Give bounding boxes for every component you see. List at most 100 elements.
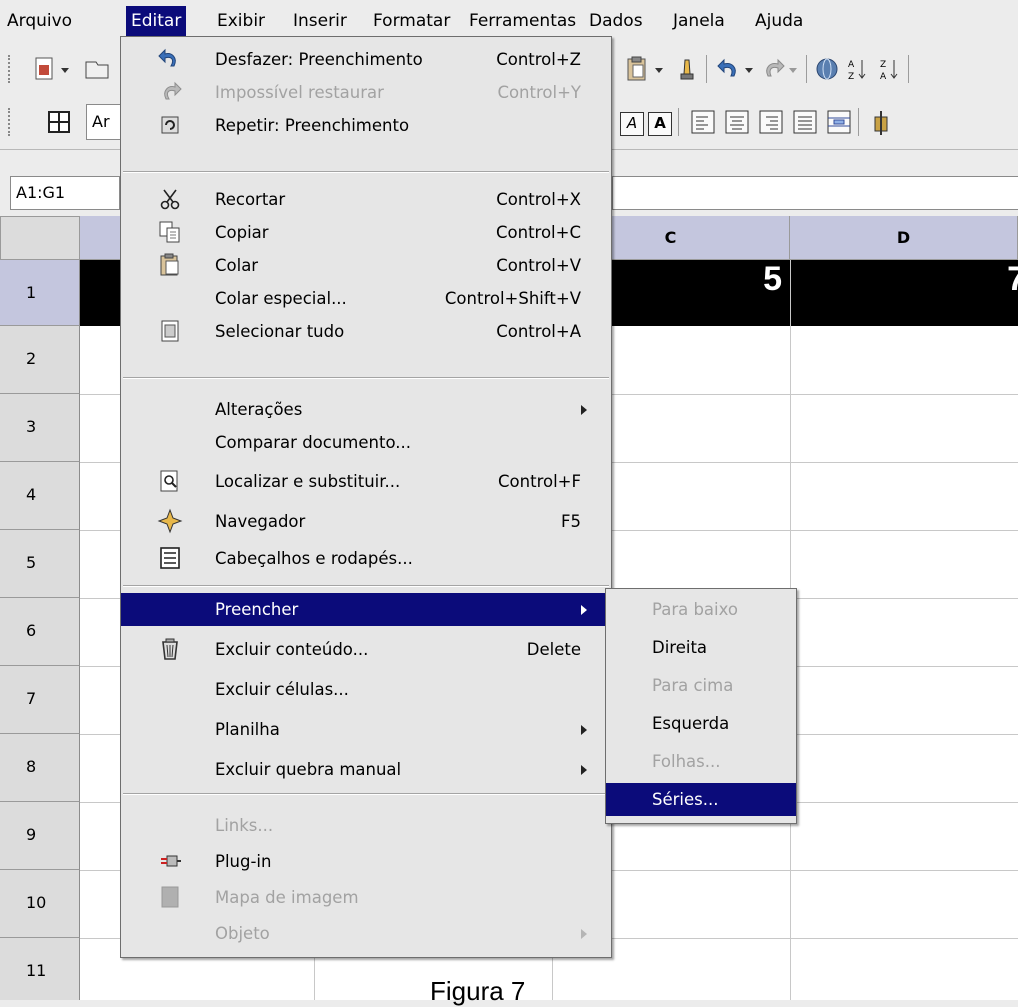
undo-toolbar-icon[interactable] — [714, 54, 744, 84]
menu-ferramentas[interactable]: Ferramentas — [464, 6, 581, 36]
submenu-item-folhas[interactable]: Folhas... — [606, 745, 796, 778]
menu-ajuda[interactable]: Ajuda — [750, 6, 808, 36]
row-header[interactable]: 11 — [0, 938, 80, 1000]
row-header[interactable]: 5 — [0, 530, 80, 598]
toolbar-grip[interactable] — [8, 108, 12, 136]
menu-item-shortcut: Control+A — [496, 322, 581, 341]
sort-descending-icon[interactable]: Z A — [876, 54, 906, 84]
menu-item-selecionar-tudo[interactable]: Selecionar tudo Control+A — [121, 315, 611, 348]
select-all-icon — [161, 320, 179, 342]
menu-item-recortar[interactable]: Recortar Control+X — [121, 183, 611, 216]
open-folder-icon[interactable] — [78, 54, 118, 84]
header-footer-icon — [160, 547, 180, 569]
borders-icon[interactable] — [44, 107, 74, 137]
menu-item-objeto[interactable]: Objeto — [121, 917, 611, 950]
menu-item-label: Links... — [215, 816, 274, 835]
scissors-icon — [160, 189, 180, 210]
row-header[interactable]: 9 — [0, 802, 80, 870]
menu-item-copiar[interactable]: Copiar Control+C — [121, 216, 611, 249]
menu-item-excluir-quebra-manual[interactable]: Excluir quebra manual — [121, 753, 611, 786]
submenu-arrow-icon — [581, 605, 587, 615]
submenu-item-direita[interactable]: Direita — [606, 631, 796, 664]
align-right-icon[interactable] — [756, 107, 786, 137]
menu-item-alteracoes[interactable]: Alterações — [121, 393, 611, 426]
svg-text:A: A — [848, 60, 855, 70]
menu-item-label: Colar — [215, 256, 259, 275]
align-left-icon[interactable] — [688, 107, 718, 137]
cell-d1[interactable]: 7 — [790, 260, 1018, 326]
row-header[interactable]: 6 — [0, 598, 80, 666]
menu-item-links[interactable]: Links... — [121, 809, 611, 842]
row-header[interactable]: 3 — [0, 394, 80, 462]
paste-dropdown-icon[interactable] — [652, 54, 666, 84]
currency-format-icon[interactable] — [868, 107, 898, 137]
sort-ascending-icon[interactable]: A Z — [844, 54, 874, 84]
menu-inserir[interactable]: Inserir — [288, 6, 352, 36]
name-box[interactable]: A1:G1 — [10, 176, 120, 210]
submenu-arrow-icon — [581, 405, 587, 415]
row-header[interactable]: 8 — [0, 734, 80, 802]
submenu-item-series[interactable]: Séries... — [606, 783, 796, 816]
new-dropdown-icon[interactable] — [58, 54, 72, 84]
menu-item-plug-in[interactable]: Plug-in — [121, 845, 611, 878]
row-header[interactable]: 10 — [0, 870, 80, 938]
menu-item-repetir[interactable]: Repetir: Preenchimento — [121, 109, 611, 142]
menu-exibir[interactable]: Exibir — [212, 6, 270, 36]
menu-item-label: Excluir conteúdo... — [215, 640, 369, 659]
toolbar-separator — [806, 55, 807, 83]
menu-item-planilha[interactable]: Planilha — [121, 713, 611, 746]
redo-dropdown-icon[interactable] — [786, 54, 800, 84]
menu-janela[interactable]: Janela — [668, 6, 730, 36]
menu-item-mapa-de-imagem[interactable]: Mapa de imagem — [121, 881, 611, 914]
menu-item-comparar-documento[interactable]: Comparar documento... — [121, 426, 611, 459]
submenu-item-esquerda[interactable]: Esquerda — [606, 707, 796, 740]
menu-item-label: Localizar e substituir... — [215, 472, 401, 491]
menu-item-shortcut: Control+Z — [496, 50, 581, 69]
menu-dados[interactable]: Dados — [584, 6, 648, 36]
menu-item-colar[interactable]: Colar Control+V — [121, 249, 611, 282]
formula-input[interactable] — [612, 176, 1018, 210]
redo-toolbar-icon[interactable] — [758, 54, 788, 84]
new-document-icon[interactable] — [30, 54, 60, 84]
submenu-arrow-icon — [581, 725, 587, 735]
undo-dropdown-icon[interactable] — [742, 54, 756, 84]
menu-arquivo[interactable]: Arquivo — [2, 6, 77, 36]
menu-item-excluir-celulas[interactable]: Excluir células... — [121, 673, 611, 706]
align-center-icon[interactable] — [722, 107, 752, 137]
menu-item-excluir-conteudo[interactable]: Excluir conteúdo... Delete — [121, 633, 611, 666]
select-all-corner[interactable] — [0, 216, 80, 260]
column-header-d[interactable]: D — [790, 216, 1018, 260]
justify-icon[interactable] — [790, 107, 820, 137]
row-header[interactable]: 1 — [0, 260, 80, 326]
row-header[interactable]: 7 — [0, 666, 80, 734]
highlight-a-icon[interactable]: A — [648, 112, 672, 136]
submenu-item-para-baixo[interactable]: Para baixo — [606, 593, 796, 626]
menu-item-cabecalhos-rodapes[interactable]: Cabeçalhos e rodapés... — [121, 542, 611, 575]
menu-item-desfazer[interactable]: Desfazer: Preenchimento Control+Z — [121, 43, 611, 76]
menu-item-impossivel-restaurar[interactable]: Impossível restaurar Control+Y — [121, 76, 611, 109]
menu-item-shortcut: Control+X — [496, 190, 581, 209]
submenu-item-para-cima[interactable]: Para cima — [606, 669, 796, 702]
navigator-icon — [157, 508, 183, 534]
menu-item-label: Preencher — [215, 600, 299, 619]
format-paintbrush-icon[interactable] — [672, 54, 702, 84]
menu-item-colar-especial[interactable]: Colar especial... Control+Shift+V — [121, 282, 611, 315]
menu-formatar[interactable]: Formatar — [368, 6, 455, 36]
row-header[interactable]: 4 — [0, 462, 80, 530]
row-header[interactable]: 2 — [0, 326, 80, 394]
font-color-a-icon[interactable]: A — [620, 112, 644, 136]
menu-separator — [123, 171, 609, 173]
menu-item-label: Cabeçalhos e rodapés... — [215, 549, 413, 568]
paste-toolbar-icon[interactable] — [622, 54, 652, 84]
svg-text:Z: Z — [880, 60, 886, 70]
hyperlink-globe-icon[interactable] — [812, 54, 842, 84]
menu-item-preencher[interactable]: Preencher — [121, 593, 611, 626]
menu-item-localizar-substituir[interactable]: Localizar e substituir... Control+F — [121, 465, 611, 498]
menu-editar[interactable]: Editar — [126, 6, 187, 36]
menu-item-label: Recortar — [215, 190, 286, 209]
merge-cells-icon[interactable] — [824, 107, 854, 137]
menu-item-navegador[interactable]: Navegador F5 — [121, 505, 611, 538]
toolbar-grip[interactable] — [8, 55, 12, 83]
menu-item-shortcut: Control+Y — [497, 83, 581, 102]
undo-icon — [158, 48, 176, 67]
